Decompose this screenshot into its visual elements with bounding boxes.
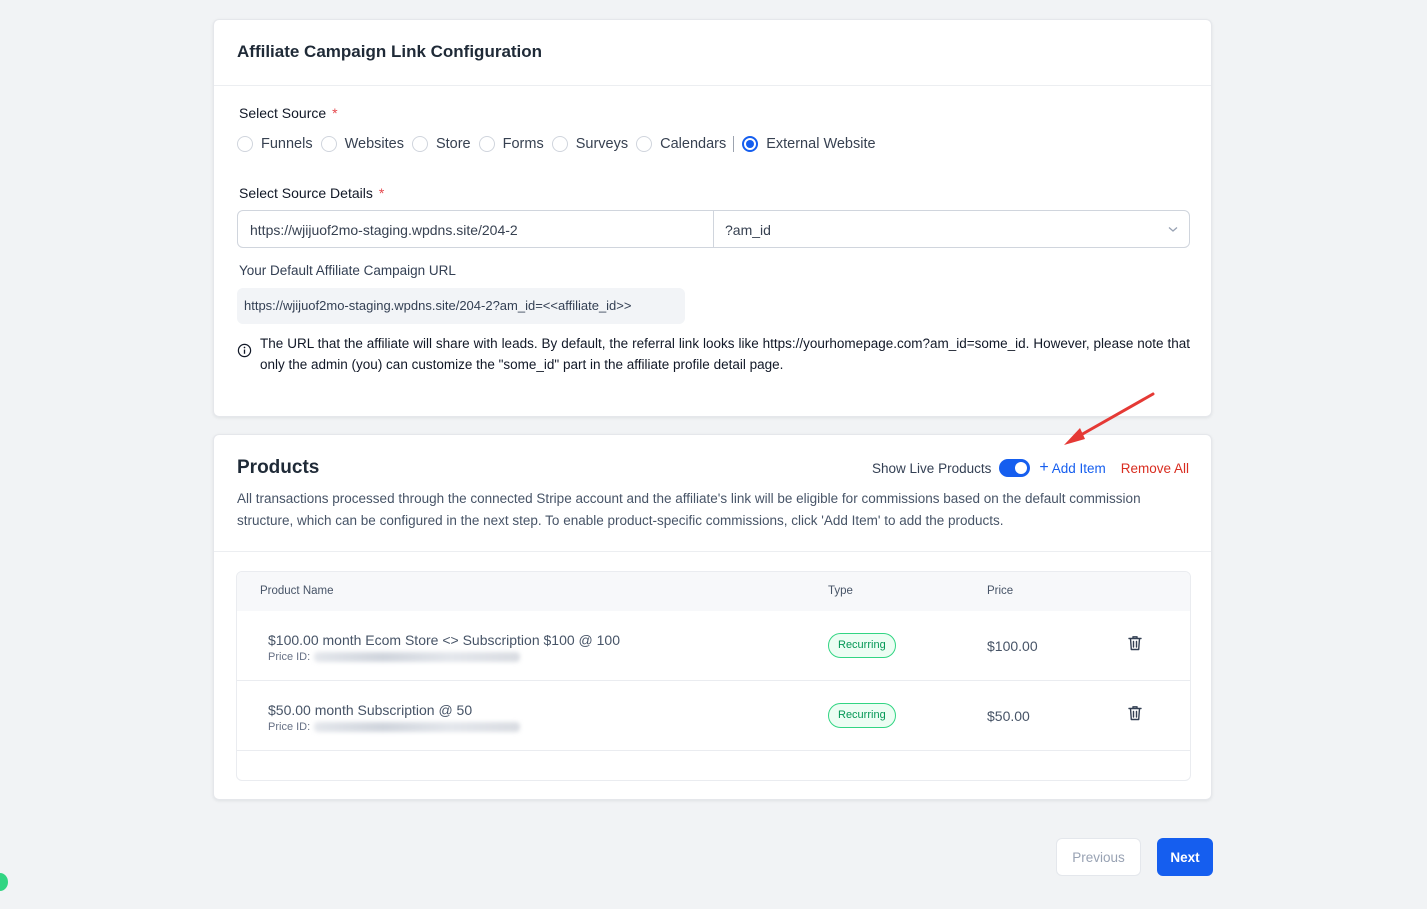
chevron-down-icon [1168, 227, 1178, 232]
previous-button[interactable]: Previous [1056, 838, 1141, 876]
info-note: The URL that the affiliate will share wi… [237, 333, 1190, 375]
radio-forms[interactable]: Forms [478, 136, 544, 152]
radio-store[interactable]: Store [411, 136, 471, 152]
radio-button[interactable] [478, 136, 495, 152]
redacted-price-id [314, 652, 521, 662]
type-badge: Recurring [828, 703, 896, 728]
radio-external-website[interactable]: External Website [742, 136, 876, 152]
price-id: Price ID: [268, 651, 521, 663]
radio-button[interactable] [237, 136, 253, 152]
source-radio-group: Funnels Websites Store Forms Surveys Cal… [237, 136, 884, 152]
product-name: $100.00 month Ecom Store <> Subscription… [268, 632, 620, 648]
table-header: Product Name Type Price [237, 572, 1190, 611]
radio-button[interactable] [636, 136, 653, 152]
column-header-type: Type [828, 585, 853, 597]
radio-surveys[interactable]: Surveys [551, 136, 628, 152]
source-details-input-group: https://wjijuof2mo-staging.wpdns.site/20… [237, 210, 1190, 248]
card-header: Affiliate Campaign Link Configuration [214, 20, 1211, 86]
annotation-arrow-icon [1064, 392, 1155, 445]
product-price: $50.00 [987, 708, 1030, 724]
table-row: $50.00 month Subscription @ 50 Price ID:… [237, 681, 1190, 751]
radio-websites[interactable]: Websites [320, 136, 404, 152]
campaign-config-card: Affiliate Campaign Link Configuration Se… [213, 19, 1212, 417]
add-item-button[interactable]: + Add Item [1039, 459, 1105, 476]
radio-button-selected[interactable] [742, 136, 759, 152]
column-header-price: Price [987, 585, 1014, 597]
products-title: Products [237, 457, 320, 478]
radio-button[interactable] [411, 136, 428, 152]
default-url-value: https://wjijuof2mo-staging.wpdns.site/20… [237, 288, 685, 324]
select-source-label: Select Source * [239, 105, 338, 121]
products-description: All transactions processed through the c… [237, 491, 1141, 528]
divider [733, 136, 735, 152]
product-price: $100.00 [987, 638, 1038, 654]
source-url-input[interactable]: https://wjijuof2mo-staging.wpdns.site/20… [238, 211, 714, 247]
products-table: Product Name Type Price $100.00 month Ec… [236, 571, 1191, 781]
radio-funnels[interactable]: Funnels [237, 136, 313, 152]
trash-icon[interactable] [1127, 704, 1143, 722]
next-button[interactable]: Next [1157, 838, 1213, 876]
info-icon [237, 343, 252, 358]
product-name: $50.00 month Subscription @ 50 [268, 702, 473, 718]
price-id: Price ID: [268, 721, 521, 733]
source-details-label: Select Source Details * [239, 185, 385, 201]
type-badge: Recurring [828, 633, 896, 658]
radio-button[interactable] [320, 136, 337, 152]
required-mark: * [378, 185, 385, 201]
remove-all-button[interactable]: Remove All [1121, 461, 1189, 476]
show-live-toggle[interactable] [999, 459, 1031, 477]
info-text: The URL that the affiliate will share wi… [260, 336, 1190, 372]
divider [214, 551, 1211, 552]
required-mark: * [332, 105, 338, 121]
table-row: $100.00 month Ecom Store <> Subscription… [237, 611, 1190, 681]
radio-calendars[interactable]: Calendars [636, 136, 726, 152]
products-actions: Show Live Products + Add Item Remove All [872, 459, 1189, 477]
radio-button[interactable] [551, 136, 568, 152]
redacted-price-id [314, 722, 521, 732]
column-header-product-name: Product Name [260, 585, 334, 597]
show-live-label: Show Live Products [872, 460, 992, 476]
param-select-value: ?am_id [725, 222, 771, 238]
param-select[interactable]: ?am_id [714, 211, 1189, 247]
trash-icon[interactable] [1127, 634, 1143, 652]
products-card: Products Show Live Products + Add Item R… [213, 434, 1212, 800]
plus-icon: + [1039, 459, 1049, 476]
status-dot [0, 873, 8, 891]
card-title: Affiliate Campaign Link Configuration [237, 42, 543, 61]
default-url-label: Your Default Affiliate Campaign URL [239, 263, 456, 278]
